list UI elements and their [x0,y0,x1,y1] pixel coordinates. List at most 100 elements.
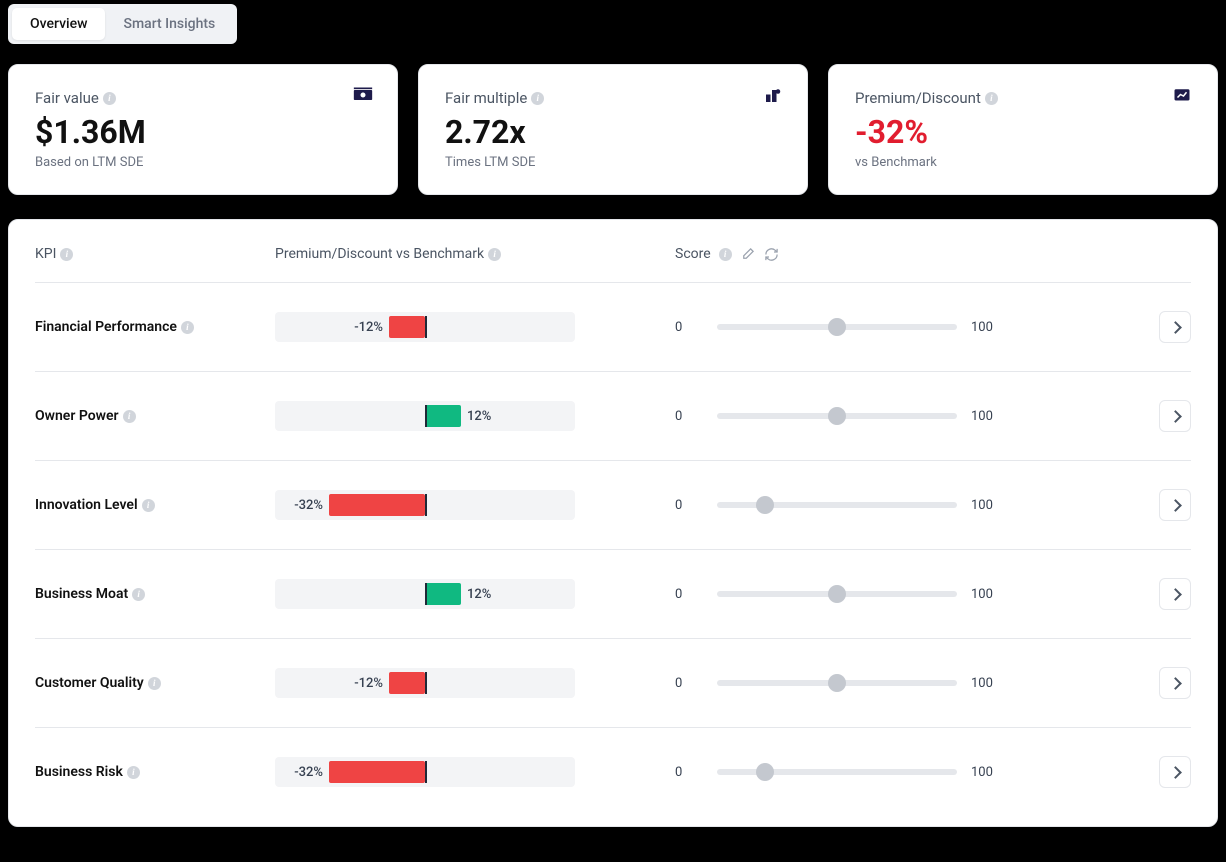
chevron-right-icon [1171,590,1180,599]
pd-value-label: -12% [354,676,383,691]
pd-value-label: 12% [467,409,491,424]
info-icon[interactable]: i [719,248,732,261]
score-max: 100 [971,498,999,513]
score-slider[interactable] [717,591,957,597]
pd-value-label: 12% [467,587,491,602]
slider-thumb[interactable] [828,407,846,425]
score-max: 100 [971,676,999,691]
score-min: 0 [675,320,703,335]
score-slider-wrap: 0 100 [675,489,1191,521]
score-slider[interactable] [717,324,957,330]
tab-smart-insights[interactable]: Smart Insights [105,8,233,40]
score-slider-wrap: 0 100 [675,667,1191,699]
chevron-right-icon [1171,768,1180,777]
multiple-icon [763,87,783,105]
kpi-row: Owner Poweri 12% 0 100 [35,372,1191,461]
chart-icon [1173,87,1193,105]
slider-thumb[interactable] [828,585,846,603]
score-max: 100 [971,409,999,424]
score-slider[interactable] [717,502,957,508]
info-icon[interactable]: i [103,92,116,105]
slider-thumb[interactable] [828,318,846,336]
pd-value-label: -32% [294,765,323,780]
chevron-right-icon [1171,323,1180,332]
info-icon[interactable]: i [60,248,73,261]
refresh-icon[interactable] [764,246,780,262]
header-score-label: Score [675,246,711,262]
info-icon[interactable]: i [488,248,501,261]
chevron-right-icon [1171,679,1180,688]
kpi-name: Owner Poweri [35,408,275,424]
info-icon[interactable]: i [148,677,161,690]
info-icon[interactable]: i [142,499,155,512]
premium-discount-bar: -12% [275,668,675,698]
score-slider[interactable] [717,680,957,686]
score-slider[interactable] [717,769,957,775]
expand-button[interactable] [1159,756,1191,788]
summary-card: Fair multiplei2.72xTimes LTM SDE [418,64,808,195]
premium-discount-bar: -12% [275,312,675,342]
card-subtitle: vs Benchmark [855,155,1191,170]
score-slider[interactable] [717,413,957,419]
premium-discount-bar: -32% [275,757,675,787]
card-value: -32% [855,113,1191,151]
header-kpi-label: KPI [35,246,56,262]
card-value: 2.72x [445,113,781,151]
score-slider-wrap: 0 100 [675,578,1191,610]
pd-value-label: -32% [294,498,323,513]
kpi-panel-header: KPI i Premium/Discount vs Benchmark i Sc… [35,246,1191,283]
tabs-container: OverviewSmart Insights [8,4,237,44]
card-value: $1.36M [35,113,371,151]
kpi-name: Innovation Leveli [35,497,275,513]
tab-overview[interactable]: Overview [12,8,105,40]
expand-button[interactable] [1159,400,1191,432]
score-min: 0 [675,676,703,691]
header-pd: Premium/Discount vs Benchmark i [275,246,675,262]
expand-button[interactable] [1159,311,1191,343]
edit-icon[interactable] [740,246,756,262]
kpi-name: Financial Performancei [35,319,275,335]
kpi-row: Customer Qualityi -12% 0 100 [35,639,1191,728]
score-slider-wrap: 0 100 [675,311,1191,343]
score-min: 0 [675,587,703,602]
header-kpi: KPI i [35,246,275,262]
summary-card: Premium/Discounti -32% vs Benchmark [828,64,1218,195]
premium-discount-bar: 12% [275,579,675,609]
score-slider-wrap: 0 100 [675,756,1191,788]
card-label: Fair multiplei [445,89,781,107]
header-pd-label: Premium/Discount vs Benchmark [275,246,484,262]
score-min: 0 [675,409,703,424]
info-icon[interactable]: i [127,766,140,779]
card-subtitle: Based on LTM SDE [35,155,371,170]
score-min: 0 [675,765,703,780]
header-score: Score i [675,246,1191,262]
kpi-name: Customer Qualityi [35,675,275,691]
card-label: Premium/Discounti [855,89,1191,107]
card-label: Fair valuei [35,89,371,107]
expand-button[interactable] [1159,667,1191,699]
score-max: 100 [971,320,999,335]
score-max: 100 [971,587,999,602]
slider-thumb[interactable] [828,674,846,692]
slider-thumb[interactable] [756,763,774,781]
kpi-row: Business Riski -32% 0 100 [35,728,1191,816]
kpi-name: Business Moati [35,586,275,602]
expand-button[interactable] [1159,578,1191,610]
chevron-right-icon [1171,412,1180,421]
kpi-name: Business Riski [35,764,275,780]
expand-button[interactable] [1159,489,1191,521]
info-icon[interactable]: i [132,588,145,601]
info-icon[interactable]: i [985,92,998,105]
summary-cards-row: Fair valuei $1.36M Based on LTM SDE Fair mu… [0,44,1226,203]
info-icon[interactable]: i [123,410,136,423]
info-icon[interactable]: i [181,321,194,334]
info-icon[interactable]: i [531,92,544,105]
score-max: 100 [971,765,999,780]
score-min: 0 [675,498,703,513]
slider-thumb[interactable] [756,496,774,514]
kpi-row: Financial Performancei -12% 0 100 [35,283,1191,372]
kpi-row: Innovation Leveli -32% 0 100 [35,461,1191,550]
premium-discount-bar: 12% [275,401,675,431]
summary-card: Fair valuei $1.36M Based on LTM SDE [8,64,398,195]
pd-value-label: -12% [354,320,383,335]
